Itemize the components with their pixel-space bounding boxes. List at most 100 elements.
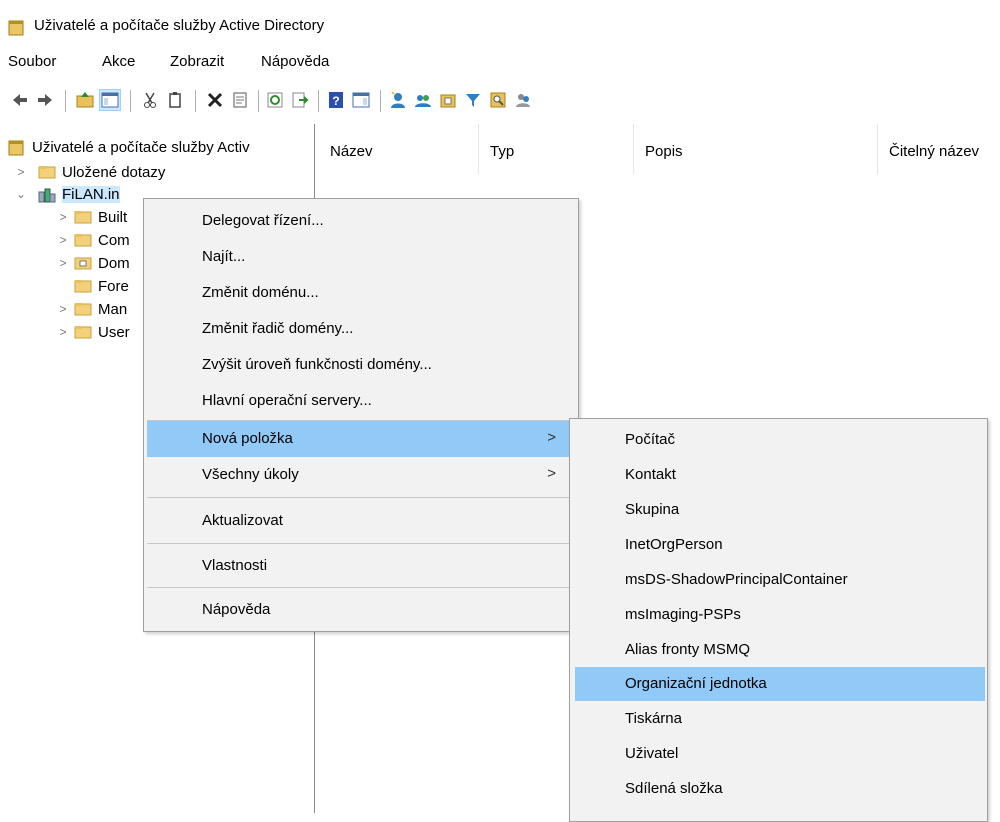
menu-item-find[interactable]: Najít... — [147, 239, 574, 275]
tree-item[interactable]: > Built — [56, 206, 127, 228]
menu-item-all-tasks[interactable]: Všechny úkoly > — [147, 457, 574, 493]
tree-item[interactable]: > User — [56, 321, 129, 343]
chevron-right-icon[interactable]: > — [56, 256, 70, 270]
menu-item-delegate-control[interactable]: Delegovat řízení... — [147, 203, 574, 239]
menu-separator — [147, 497, 574, 498]
toolbar-separator — [318, 90, 319, 112]
submenu-arrow-icon: > — [547, 429, 556, 446]
menu-item-label: Aktualizovat — [202, 512, 283, 529]
menu-separator — [147, 587, 574, 588]
column-header-label: Typ — [490, 143, 515, 160]
find-icon[interactable] — [488, 90, 508, 110]
properties-icon[interactable] — [230, 90, 250, 110]
tree-item[interactable]: > Com — [56, 229, 130, 251]
tree-label: Com — [98, 231, 130, 249]
submenu-item-printer[interactable]: Tiskárna — [575, 702, 985, 736]
add-to-group-icon[interactable] — [513, 90, 533, 110]
show-tree-icon[interactable] — [99, 89, 121, 111]
menu-item-new[interactable]: Nová položka > — [147, 421, 574, 457]
menu-item-operations-masters[interactable]: Hlavní operační servery... — [147, 383, 574, 419]
refresh-icon[interactable] — [265, 90, 285, 110]
submenu-item-msmq-queue-alias[interactable]: Alias fronty MSMQ — [575, 633, 985, 667]
toolbar: ? — [0, 86, 1000, 114]
chevron-right-icon[interactable]: > — [56, 210, 70, 224]
tree-item[interactable]: > Dom — [56, 252, 129, 274]
tree-item[interactable]: > Man — [56, 298, 127, 320]
menu-akce[interactable]: Akce — [100, 53, 137, 70]
menu-item-help[interactable]: Nápověda — [147, 592, 574, 628]
menu-item-label: Změnit doménu... — [202, 284, 319, 301]
submenu-item-computer[interactable]: Počítač — [575, 423, 985, 457]
column-header-label: Čitelný název — [889, 143, 980, 160]
up-folder-icon[interactable] — [75, 90, 95, 110]
tree-item-domain[interactable]: ⌄ FiLAN.in — [14, 183, 120, 205]
tree-label: Man — [98, 300, 128, 318]
show-action-pane-icon[interactable] — [351, 90, 371, 110]
aduc-app-icon — [8, 20, 24, 36]
menu-separator — [147, 543, 574, 544]
tree-item[interactable]: Fore — [70, 275, 129, 297]
menu-soubor[interactable]: Soubor — [6, 53, 58, 70]
menu-item-label: Vlastnosti — [202, 557, 268, 574]
copy-icon[interactable] — [165, 90, 185, 110]
folder-icon — [74, 302, 92, 316]
column-header-name[interactable]: Název — [318, 124, 479, 174]
menu-item-properties[interactable]: Vlastnosti — [147, 548, 574, 584]
toolbar-separator — [380, 90, 381, 112]
submenu-item-organizational-unit[interactable]: Organizační jednotka — [575, 667, 985, 701]
submenu-item-label: Kontakt — [625, 466, 676, 483]
submenu-item-group[interactable]: Skupina — [575, 493, 985, 527]
menu-item-raise-functional-level[interactable]: Zvýšit úroveň funkčnosti domény... — [147, 347, 574, 383]
menu-napoveda[interactable]: Nápověda — [259, 53, 331, 70]
chevron-right-icon[interactable]: > — [14, 165, 28, 179]
chevron-right-icon[interactable]: > — [56, 302, 70, 316]
toolbar-separator — [195, 90, 196, 112]
chevron-right-icon[interactable]: > — [56, 325, 70, 339]
column-header-type[interactable]: Typ — [478, 124, 634, 174]
chevron-right-icon[interactable]: > — [56, 233, 70, 247]
folder-icon — [74, 233, 92, 247]
chevron-down-icon[interactable]: ⌄ — [14, 187, 28, 201]
tree-label: Uložené dotazy — [62, 163, 166, 181]
menu-item-label: Delegovat řízení... — [202, 212, 324, 229]
export-list-icon[interactable] — [290, 90, 310, 110]
forward-arrow-icon[interactable] — [35, 90, 55, 110]
submenu-item-contact[interactable]: Kontakt — [575, 458, 985, 492]
submenu-item-inetorgperson[interactable]: InetOrgPerson — [575, 528, 985, 562]
toolbar-separator — [65, 90, 66, 112]
tree-root[interactable]: Uživatelé a počítače služby Activ — [8, 136, 250, 158]
new-ou-icon[interactable] — [438, 90, 458, 110]
menu-item-refresh[interactable]: Aktualizovat — [147, 503, 574, 539]
new-group-icon[interactable] — [413, 90, 433, 110]
column-header-label: Popis — [645, 143, 683, 160]
console-root-icon — [8, 140, 26, 156]
column-header-description[interactable]: Popis — [633, 124, 878, 174]
submenu-item-label: Skupina — [625, 501, 680, 518]
delete-icon[interactable] — [205, 90, 225, 110]
submenu-item-label: Sdílená složka — [625, 780, 723, 797]
window-title: Uživatelé a počítače služby Active Direc… — [34, 17, 325, 34]
submenu-item-shadow-principal-container[interactable]: msDS-ShadowPrincipalContainer — [575, 563, 985, 597]
submenu-arrow-icon: > — [547, 465, 556, 482]
submenu-item-shared-folder[interactable]: Sdílená složka — [575, 772, 985, 806]
new-user-icon[interactable] — [388, 90, 408, 110]
filter-icon[interactable] — [463, 90, 483, 110]
submenu-item-user[interactable]: Uživatel — [575, 737, 985, 771]
toolbar-separator — [130, 90, 131, 112]
folder-icon — [38, 165, 56, 179]
help-icon[interactable]: ? — [326, 90, 346, 110]
column-header-display-name[interactable]: Čitelný název — [877, 124, 1000, 174]
menu-item-change-domain[interactable]: Změnit doménu... — [147, 275, 574, 311]
tree-item-saved-queries[interactable]: > Uložené dotazy — [14, 161, 165, 183]
submenu-item-label: msDS-ShadowPrincipalContainer — [625, 571, 848, 588]
tree-root-label: Uživatelé a počítače služby Activ — [32, 138, 250, 156]
cut-icon[interactable] — [140, 90, 160, 110]
submenu-item-msimaging-psps[interactable]: msImaging-PSPs — [575, 598, 985, 632]
menu-item-label: Nápověda — [202, 601, 271, 618]
submenu-item-label: InetOrgPerson — [625, 536, 723, 553]
submenu-item-label: Alias fronty MSMQ — [625, 641, 751, 658]
new-item-submenu: Počítač Kontakt Skupina InetOrgPerson ms… — [569, 418, 988, 822]
menu-zobrazit[interactable]: Zobrazit — [168, 53, 226, 70]
menu-item-change-dc[interactable]: Změnit řadič domény... — [147, 311, 574, 347]
back-arrow-icon[interactable] — [10, 90, 30, 110]
